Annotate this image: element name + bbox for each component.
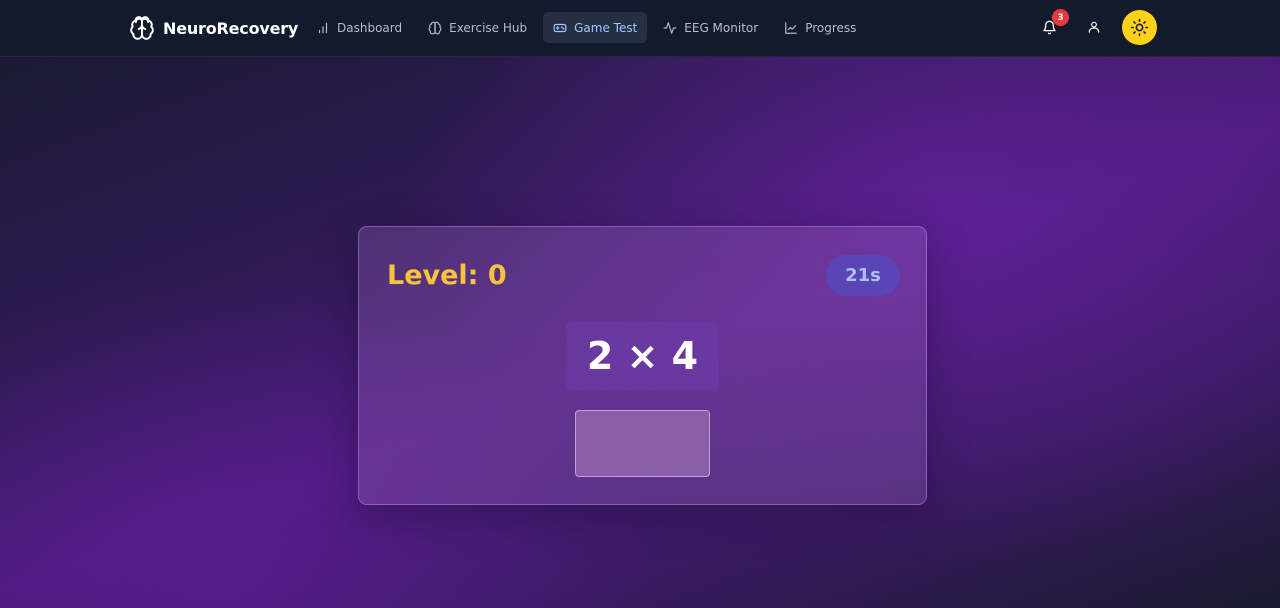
math-game-card: Level: 0 21s 2 × 4 <box>358 226 927 505</box>
nav-item-eeg-monitor[interactable]: EEG Monitor <box>653 12 768 43</box>
bar-chart-icon <box>318 22 328 33</box>
nav-item-label: Exercise Hub <box>449 20 528 35</box>
sun-icon <box>1130 18 1149 37</box>
notification-badge: 3 <box>1052 9 1069 26</box>
math-problem: 2 × 4 <box>566 322 719 390</box>
nav-item-game-test[interactable]: Game Test <box>543 12 648 43</box>
user-icon <box>1088 21 1100 33</box>
nav-item-exercise-hub[interactable]: Exercise Hub <box>418 12 537 43</box>
nav-item-dashboard[interactable]: Dashboard <box>306 12 412 43</box>
nav-links: Dashboard Exercise Hub Game Test EEG Mon… <box>306 12 866 43</box>
theme-toggle-button[interactable] <box>1122 10 1157 45</box>
user-profile-button[interactable] <box>1085 18 1103 36</box>
answer-input[interactable] <box>575 410 710 477</box>
nav-item-label: Progress <box>805 20 857 35</box>
nav-item-label: Dashboard <box>337 20 403 35</box>
level-indicator: Level: 0 <box>387 260 507 291</box>
brand[interactable]: NeuroRecovery <box>129 14 298 42</box>
brain-icon <box>428 21 442 34</box>
timer-badge: 21s <box>826 255 900 296</box>
nav-item-label: EEG Monitor <box>684 20 759 35</box>
gamepad-icon <box>553 23 567 32</box>
nav-item-progress[interactable]: Progress <box>774 12 866 43</box>
brand-name: NeuroRecovery <box>163 18 299 38</box>
nav-item-label: Game Test <box>574 20 638 35</box>
activity-icon <box>663 21 677 34</box>
trending-up-icon <box>785 21 798 34</box>
top-navbar: NeuroRecovery Dashboard Exercise Hub Gam… <box>0 0 1280 57</box>
brain-logo-icon <box>130 16 154 40</box>
